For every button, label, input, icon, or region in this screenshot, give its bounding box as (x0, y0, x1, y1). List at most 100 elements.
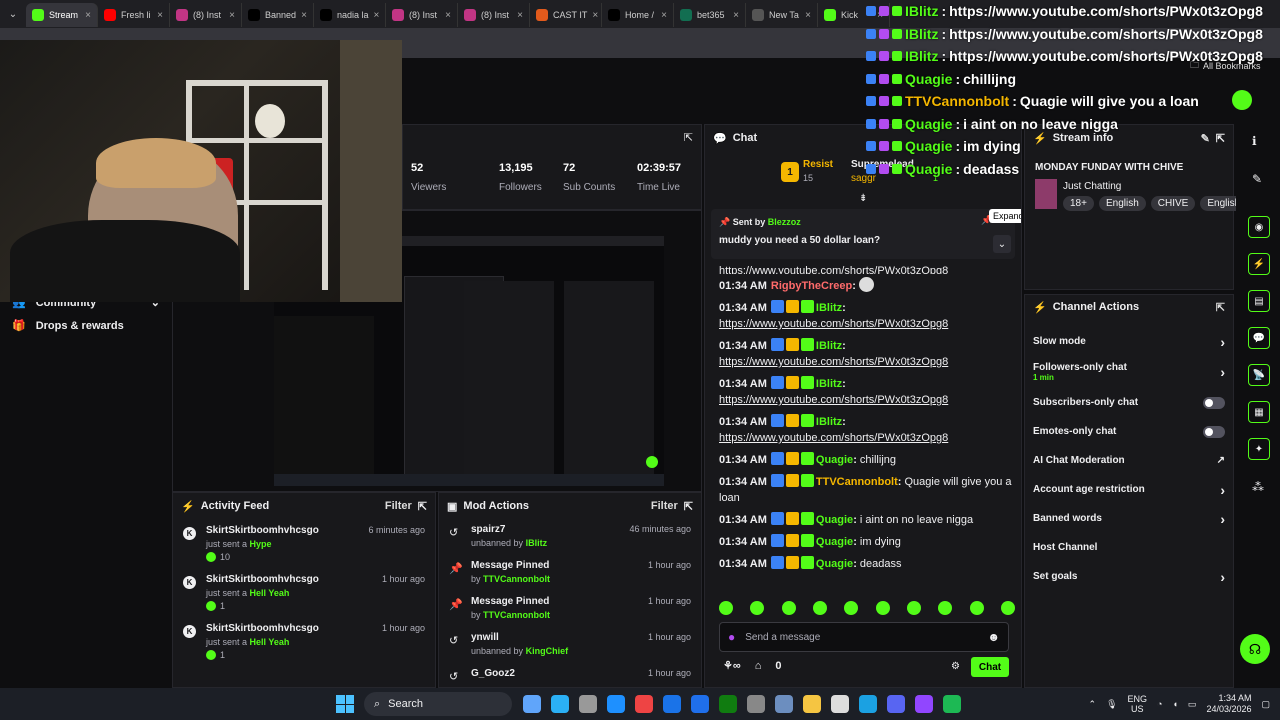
activity-user[interactable]: SkirtSkirtboomhvhcsgo (206, 525, 319, 536)
chat-link[interactable]: https://www.youtube.com/shorts/PWx0t3zOp… (719, 318, 948, 330)
notification-icon[interactable]: ▢ (1261, 699, 1270, 710)
windows-start-icon[interactable] (336, 695, 354, 713)
channel-action-banned-words[interactable]: Banned words › (1025, 504, 1233, 533)
taskbar-app-icon[interactable] (691, 695, 709, 713)
close-icon[interactable]: × (661, 10, 667, 21)
chat-send-button[interactable]: Chat (971, 657, 1009, 677)
close-icon[interactable]: × (374, 10, 380, 21)
tab-10[interactable]: New Ta × (746, 3, 818, 27)
taskbar-app-icon[interactable] (523, 695, 541, 713)
mod-action-by[interactable]: IBlitz (526, 538, 548, 548)
taskbar-app-icon[interactable] (635, 695, 653, 713)
activity-user[interactable]: SkirtSkirtboomhvhcsgo (206, 623, 319, 634)
popout-icon[interactable]: ⇱ (684, 131, 693, 144)
popout-icon[interactable]: ⇱ (418, 500, 427, 513)
rail-button-6[interactable]: ▦ (1248, 401, 1270, 423)
channel-action-subscribers-only-chat[interactable]: Subscribers-only chat (1025, 388, 1233, 417)
close-icon[interactable]: × (517, 10, 523, 21)
rail-button-5[interactable]: 📡 (1248, 364, 1270, 386)
tab-1[interactable]: Fresh li × (98, 3, 170, 27)
chat-username[interactable]: Quagie (816, 514, 853, 526)
chevron-up-icon[interactable]: ⌃ (1089, 699, 1097, 710)
taskbar-app-icon[interactable] (803, 695, 821, 713)
tab-7[interactable]: CAST IT × (530, 3, 602, 27)
taskbar-app-icon[interactable] (887, 695, 905, 713)
wifi-icon[interactable]: ◔ (1157, 699, 1162, 709)
channel-action-ai-chat-moderation[interactable]: AI Chat Moderation ↗ (1025, 446, 1233, 475)
mod-action-by[interactable]: TTVCannonbolt (483, 610, 550, 620)
popout-icon[interactable]: ⇱ (684, 500, 693, 513)
mod-action-by[interactable]: KingChief (526, 646, 569, 656)
chat-username[interactable]: IBlitz (816, 378, 842, 390)
collapse-icon[interactable]: ⇟ (859, 193, 867, 204)
taskbar-app-icon[interactable] (579, 695, 597, 713)
stream-category[interactable]: Just Chatting (1063, 181, 1121, 192)
emote-icon[interactable] (781, 601, 796, 615)
tab-2[interactable]: (8) Inst × (170, 3, 242, 27)
taskbar-app-icon[interactable] (775, 695, 793, 713)
taskbar-app-icon[interactable] (719, 695, 737, 713)
chat-link[interactable]: https://www.youtube.com/shorts/PWx0t3zOp… (719, 356, 948, 368)
close-icon[interactable]: × (445, 10, 451, 21)
tab-8[interactable]: Home / × (602, 3, 674, 27)
close-icon[interactable]: × (592, 10, 598, 21)
taskbar-app-icon[interactable] (859, 695, 877, 713)
channel-action-host-channel[interactable]: Host Channel (1025, 533, 1233, 562)
channel-action-slow-mode[interactable]: Slow mode › (1025, 327, 1233, 356)
emote-icon[interactable] (875, 601, 890, 615)
rail-button-1[interactable]: ◉ (1248, 216, 1270, 238)
extensions-icon[interactable]: ⁂ (1252, 480, 1264, 494)
mod-action-by[interactable]: TTVCannonbolt (483, 574, 550, 584)
taskbar-app-icon[interactable] (831, 695, 849, 713)
taskbar-app-icon[interactable] (943, 695, 961, 713)
emote-icon[interactable] (906, 601, 921, 615)
mic-icon[interactable]: 🎙 (1106, 699, 1117, 710)
taskbar-app-icon[interactable] (915, 695, 933, 713)
stream-tag[interactable]: English (1098, 196, 1146, 211)
support-icon[interactable]: ☊ (1240, 634, 1270, 664)
emote-icon[interactable] (719, 601, 733, 615)
close-icon[interactable]: × (805, 10, 811, 21)
tab-search-button[interactable]: ⌄ (0, 0, 26, 28)
toggle-switch[interactable] (1203, 425, 1225, 438)
tab-3[interactable]: Banned × (242, 3, 314, 27)
points-icon[interactable]: ⌂ (755, 660, 762, 672)
tab-5[interactable]: (8) Inst × (386, 3, 458, 27)
expand-button[interactable]: ⌄ (993, 235, 1011, 253)
taskbar-search[interactable]: ⌕ Search (364, 692, 512, 716)
emote-icon[interactable] (938, 601, 953, 615)
emote-icon[interactable] (1000, 601, 1015, 615)
tab-6[interactable]: (8) Inst × (458, 3, 530, 27)
channel-action-set-goals[interactable]: Set goals › (1025, 562, 1233, 591)
activity-filter-button[interactable]: Filter (385, 500, 412, 512)
tab-9[interactable]: bet365 × (674, 3, 746, 27)
toggle-switch[interactable] (1203, 396, 1225, 409)
chat-link[interactable]: https://www.youtube.com/shorts/PWx0t3zOp… (719, 394, 948, 406)
emote-icon[interactable] (750, 601, 765, 615)
profile-avatar[interactable] (1232, 90, 1252, 110)
taskbar-app-icon[interactable] (607, 695, 625, 713)
chat-username[interactable]: Quagie (816, 454, 853, 466)
emote-icon[interactable] (812, 601, 827, 615)
settings-icon[interactable]: ⚙ (951, 661, 960, 672)
popout-icon[interactable]: ⇱ (1216, 301, 1225, 314)
stream-tag[interactable]: CHIVE (1150, 196, 1196, 211)
chat-username[interactable]: RigbyTheCreep (771, 280, 852, 292)
close-icon[interactable]: × (733, 10, 739, 21)
taskbar-app-icon[interactable] (747, 695, 765, 713)
channel-action-followers-only-chat[interactable]: Followers-only chat 1 min › (1025, 356, 1233, 388)
chat-username[interactable]: IBlitz (816, 416, 842, 428)
rail-button-2[interactable]: ⚡ (1248, 253, 1270, 275)
rail-button-7[interactable]: ✦ (1248, 438, 1270, 460)
sidebar-item-drops[interactable]: 🎁 Drops & rewards (0, 313, 172, 338)
emote-icon[interactable] (969, 601, 984, 615)
chat-username[interactable]: IBlitz (816, 340, 842, 352)
emote-icon[interactable] (844, 601, 859, 615)
mic-icon[interactable]: ● (728, 630, 735, 644)
chat-username[interactable]: Quagie (816, 558, 853, 570)
stream-tag[interactable]: 18+ (1063, 196, 1094, 211)
tab-0[interactable]: Stream × (26, 3, 98, 27)
chat-username[interactable]: Quagie (816, 536, 853, 548)
volume-icon[interactable]: ◖ (1172, 699, 1177, 709)
activity-user[interactable]: SkirtSkirtboomhvhcsgo (206, 574, 319, 585)
